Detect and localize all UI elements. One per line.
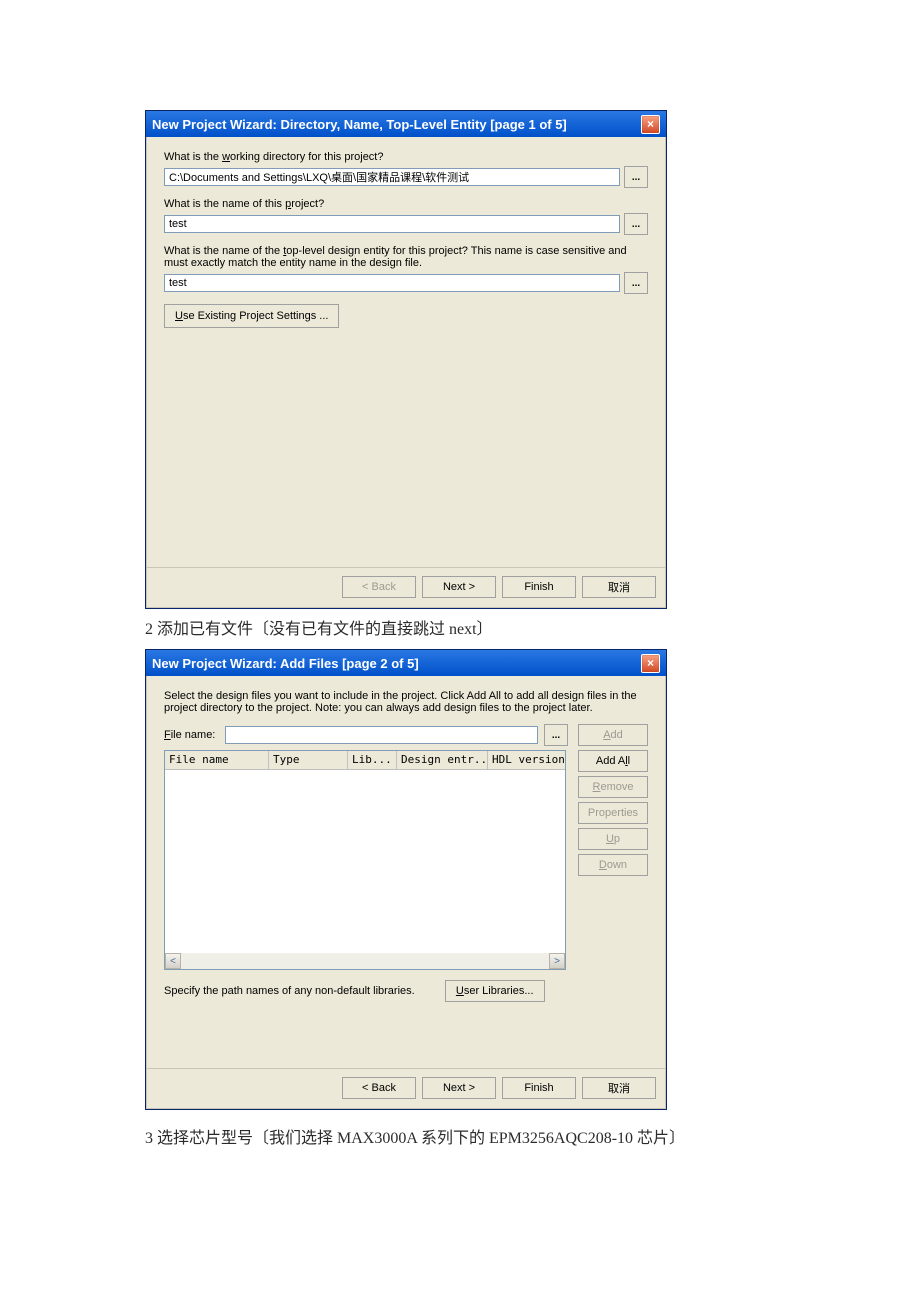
cancel-button[interactable]: 取消: [582, 576, 656, 598]
t: D: [599, 859, 607, 871]
th-lib[interactable]: Lib...: [348, 751, 397, 769]
t: U: [175, 310, 183, 322]
t: roject?: [291, 198, 324, 210]
caption-step3: 3 选择芯片型号〔我们选择 MAX3000A 系列下的 EPM3256AQC20…: [145, 1124, 775, 1148]
browse-button[interactable]: ...: [544, 724, 568, 746]
close-icon[interactable]: ×: [641, 654, 660, 673]
label-top-entity: What is the name of the top-level design…: [164, 245, 648, 269]
t: 2 添加已有文件〔没有已有文件的直接跳过 next〕: [145, 621, 493, 638]
browse-button[interactable]: ...: [624, 213, 648, 235]
libs-text: Specify the path names of any non-defaul…: [164, 985, 415, 997]
scrollbar[interactable]: < >: [165, 953, 565, 969]
file-name-input[interactable]: [225, 726, 538, 744]
t: l: [628, 755, 630, 767]
t: orking directory for this project?: [230, 151, 383, 163]
dialog-title: New Project Wizard: Add Files [page 2 of…: [152, 656, 419, 671]
use-existing-button[interactable]: Use Existing Project Settings ...: [164, 304, 339, 328]
t: emove: [600, 781, 633, 793]
properties-button: Properties: [578, 802, 648, 824]
th-hdl[interactable]: HDL version: [488, 751, 565, 769]
dialog-body: Select the design files you want to incl…: [146, 676, 666, 1064]
titlebar: New Project Wizard: Directory, Name, Top…: [146, 111, 666, 137]
dialog-title: New Project Wizard: Directory, Name, Top…: [152, 117, 567, 132]
t: own: [607, 859, 627, 871]
desc-text: Select the design files you want to incl…: [164, 690, 648, 714]
scroll-left-icon[interactable]: <: [165, 953, 181, 969]
th-design[interactable]: Design entr...: [397, 751, 488, 769]
file-name-label: File name:: [164, 729, 219, 741]
files-table[interactable]: File name Type Lib... Design entr... HDL…: [164, 750, 566, 970]
t: U: [456, 985, 464, 997]
t: What is the name of the: [164, 245, 283, 257]
t: F: [164, 729, 171, 741]
t: What is the: [164, 151, 222, 163]
project-name-input[interactable]: [164, 215, 620, 233]
dialog-new-project-page1: New Project Wizard: Directory, Name, Top…: [145, 110, 667, 609]
finish-button[interactable]: Finish: [502, 1077, 576, 1099]
t: What is the name of this: [164, 198, 285, 210]
t: w: [222, 151, 230, 163]
close-icon[interactable]: ×: [641, 115, 660, 134]
back-button: < Back: [342, 576, 416, 598]
table-header: File name Type Lib... Design entr... HDL…: [165, 751, 565, 770]
add-all-button[interactable]: Add All: [578, 750, 648, 772]
browse-button[interactable]: ...: [624, 166, 648, 188]
titlebar: New Project Wizard: Add Files [page 2 of…: [146, 650, 666, 676]
t: A: [603, 729, 610, 741]
cancel-button[interactable]: 取消: [582, 1077, 656, 1099]
top-entity-input[interactable]: [164, 274, 620, 292]
next-button[interactable]: Next >: [422, 576, 496, 598]
t: dd: [611, 729, 623, 741]
button-row: < Back Next > Finish 取消: [146, 1069, 666, 1109]
user-libraries-button[interactable]: User Libraries...: [445, 980, 545, 1002]
t: ser Libraries...: [464, 985, 534, 997]
caption-step2: 2 添加已有文件〔没有已有文件的直接跳过 next〕: [145, 615, 775, 639]
finish-button[interactable]: Finish: [502, 576, 576, 598]
dialog-body: What is the working directory for this p…: [146, 137, 666, 563]
working-dir-input[interactable]: [164, 168, 620, 186]
browse-button[interactable]: ...: [624, 272, 648, 294]
up-button: Up: [578, 828, 648, 850]
remove-button: Remove: [578, 776, 648, 798]
th-file[interactable]: File name: [165, 751, 269, 769]
button-row: < Back Next > Finish 取消: [146, 568, 666, 608]
t: Add A: [596, 755, 625, 767]
t: U: [606, 833, 614, 845]
down-button: Down: [578, 854, 648, 876]
label-project-name: What is the name of this project?: [164, 198, 648, 210]
t: se Existing Project Settings ...: [183, 310, 329, 322]
back-button[interactable]: < Back: [342, 1077, 416, 1099]
t: p: [614, 833, 620, 845]
t: ile name:: [171, 729, 216, 741]
right-button-col: Add Add All Remove Properties Up Down: [578, 724, 648, 1002]
scroll-right-icon[interactable]: >: [549, 953, 565, 969]
th-type[interactable]: Type: [269, 751, 348, 769]
scroll-track[interactable]: [181, 953, 549, 969]
label-working-dir: What is the working directory for this p…: [164, 151, 648, 163]
dialog-new-project-page2: New Project Wizard: Add Files [page 2 of…: [145, 649, 667, 1110]
add-button: Add: [578, 724, 648, 746]
next-button[interactable]: Next >: [422, 1077, 496, 1099]
libs-row: Specify the path names of any non-defaul…: [164, 980, 568, 1002]
t: R: [593, 781, 601, 793]
